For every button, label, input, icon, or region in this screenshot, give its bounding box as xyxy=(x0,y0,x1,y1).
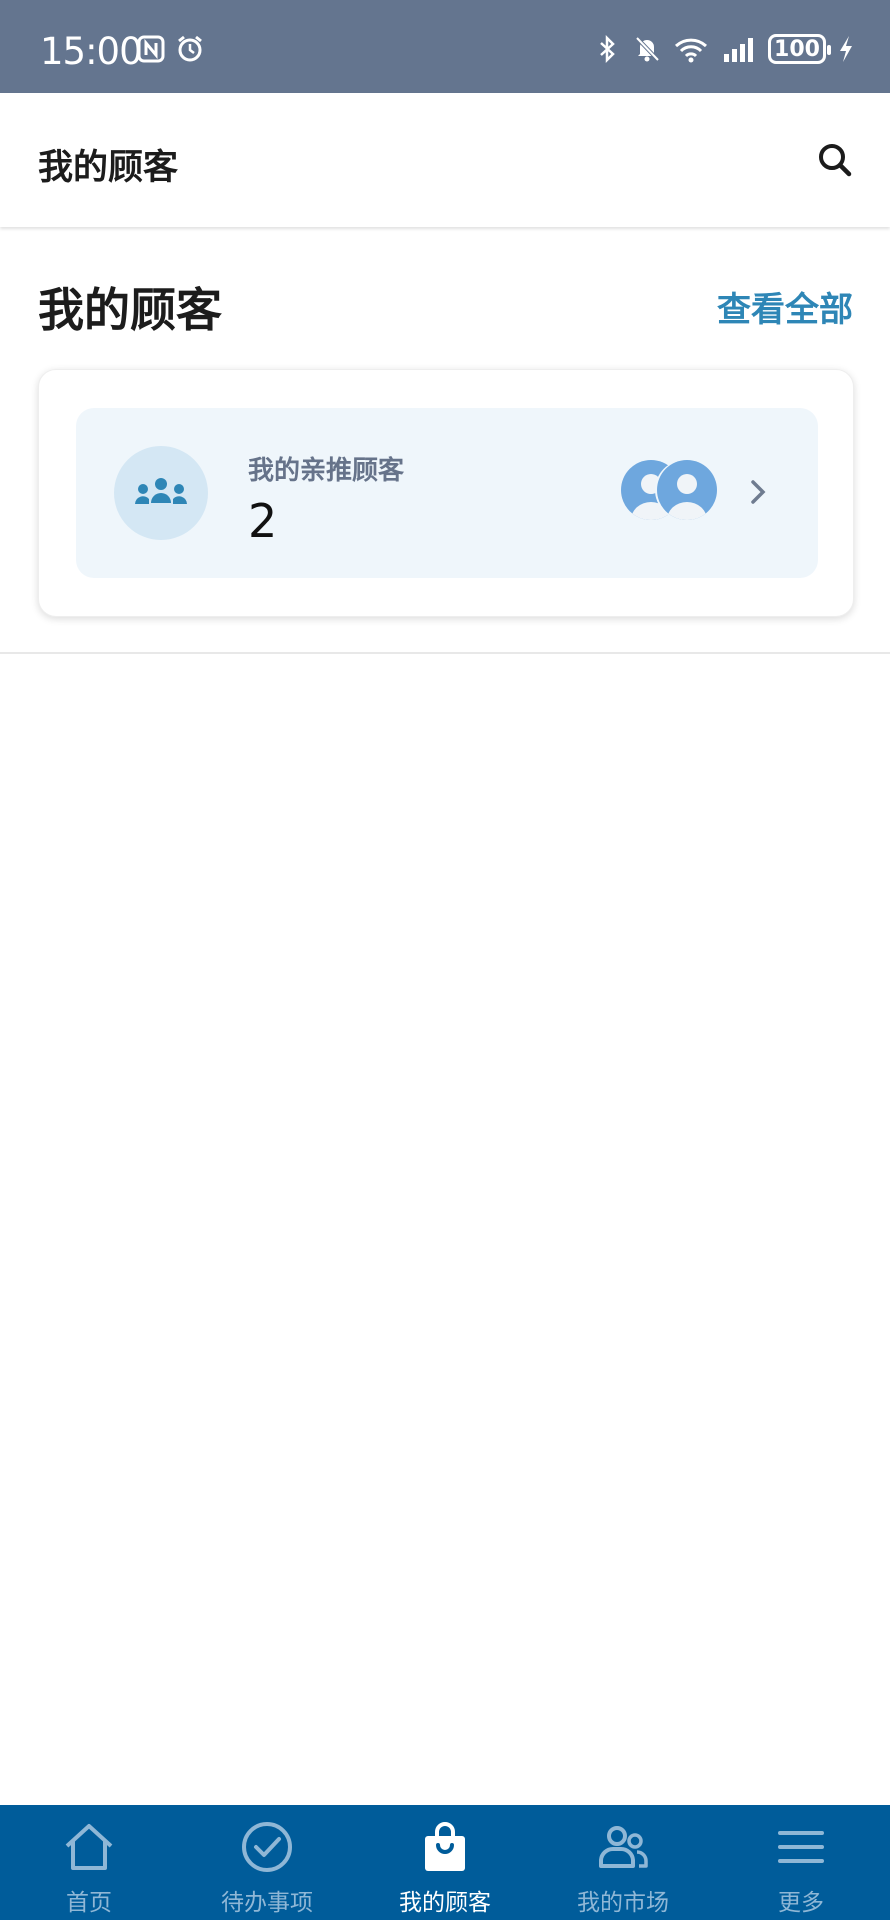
status-icons: 100 xyxy=(592,34,856,64)
search-button[interactable] xyxy=(808,133,862,187)
nfc-icon xyxy=(137,35,165,63)
chevron-right-icon xyxy=(751,480,766,504)
section-divider xyxy=(0,652,890,654)
view-all-link[interactable]: 查看全部 xyxy=(717,282,853,331)
referred-customers-row[interactable]: 我的亲推顾客 2 xyxy=(76,408,818,578)
mute-icon xyxy=(635,36,660,62)
status-bar: 15:00 100 xyxy=(0,0,890,93)
status-time: 15:00 xyxy=(40,30,143,73)
nav-item-more[interactable]: 更多 xyxy=(712,1805,890,1920)
people-icon xyxy=(599,1826,648,1868)
shopping-bag-icon xyxy=(425,1822,465,1871)
search-icon xyxy=(819,144,852,177)
alarm-icon xyxy=(178,35,202,62)
page-title: 我的顾客 xyxy=(38,148,179,188)
menu-icon xyxy=(778,1831,824,1863)
referred-customers-label: 我的亲推顾客 xyxy=(248,456,405,486)
bottom-nav: 首页 待办事项 我的顾客 我的市场 更多 xyxy=(0,1805,890,1920)
home-icon xyxy=(65,1824,113,1870)
nav-item-my-market[interactable]: 我的市场 xyxy=(534,1805,712,1920)
nav-label: 我的顾客 xyxy=(399,1890,491,1916)
check-circle-icon xyxy=(242,1822,292,1872)
avatar xyxy=(657,460,717,520)
section-title: 我的顾客 xyxy=(38,283,222,337)
signal-icon xyxy=(724,38,753,62)
nav-item-home[interactable]: 首页 xyxy=(0,1805,178,1920)
referred-customers-count: 2 xyxy=(248,494,278,548)
nav-item-todo[interactable]: 待办事项 xyxy=(178,1805,356,1920)
bluetooth-icon xyxy=(600,34,615,64)
battery-icon: 100 xyxy=(768,34,831,64)
nav-label: 待办事项 xyxy=(221,1890,313,1916)
nav-item-my-customers[interactable]: 我的顾客 xyxy=(356,1805,534,1920)
nav-label: 我的市场 xyxy=(577,1890,669,1916)
avatar-stack xyxy=(621,460,721,522)
wifi-icon xyxy=(674,38,708,63)
battery-level: 100 xyxy=(774,36,820,62)
nav-label: 更多 xyxy=(778,1890,824,1916)
group-icon xyxy=(135,478,187,504)
customers-card: 我的亲推顾客 2 xyxy=(38,369,854,617)
nav-label: 首页 xyxy=(66,1890,112,1916)
charging-icon xyxy=(840,36,852,62)
group-icon-badge xyxy=(114,446,208,540)
app-bar: 我的顾客 xyxy=(0,93,890,227)
